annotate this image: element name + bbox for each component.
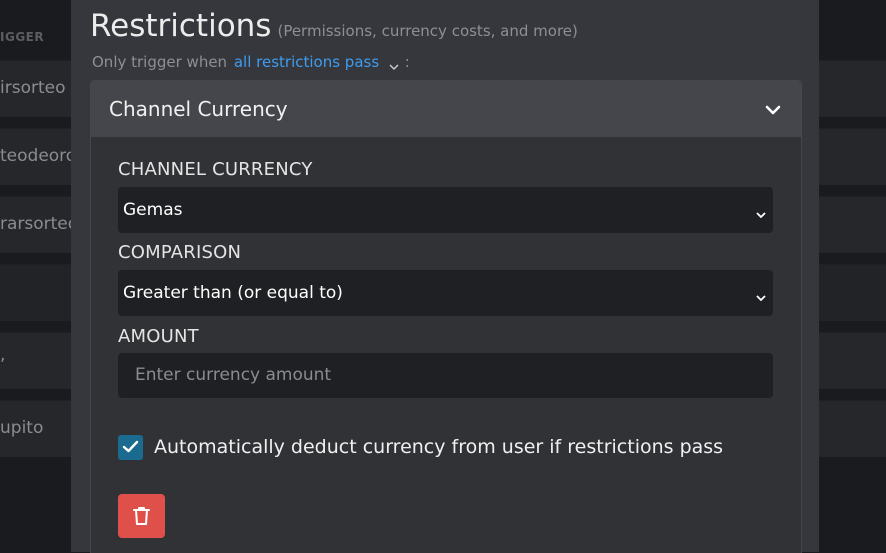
currency-select-value[interactable]: Gemas [123,200,182,220]
delete-restriction-button[interactable] [118,494,165,538]
chevron-down-icon[interactable] [755,288,767,302]
column-header-trigger: IGGER [0,30,45,44]
modal-title-text: Restrictions [90,8,272,44]
currency-label: CHANNEL CURRENCY [118,159,313,180]
panel-title: Channel Currency [109,97,288,121]
restrictions-modal: Restrictions (Permissions, currency costs… [71,0,819,553]
channel-currency-panel: Channel Currency CHANNEL CURRENCY Gemas … [90,80,802,553]
trigger-suffix: : [404,53,410,71]
list-item-text: irsorteo [0,78,66,98]
list-item-text: teodeoro [0,146,77,166]
comparison-select[interactable]: Greater than (or equal to) [118,270,773,316]
amount-input-placeholder[interactable]: Enter currency amount [135,365,331,385]
trash-icon[interactable] [133,506,150,526]
deduct-currency-checkbox[interactable] [118,435,143,460]
comparison-label: COMPARISON [118,242,242,263]
currency-select[interactable]: Gemas [118,187,773,233]
panel-header-toggle[interactable]: Channel Currency [91,81,801,137]
chevron-down-icon[interactable] [755,205,767,219]
list-item-text: rarsorteo [0,214,79,234]
modal-subtitle: (Permissions, currency costs, and more) [277,22,578,40]
chevron-down-icon[interactable] [388,58,400,70]
list-item-text: , [0,345,6,365]
check-icon[interactable] [122,440,139,454]
modal-title: Restrictions (Permissions, currency costs… [90,8,578,44]
chevron-down-icon[interactable] [765,101,781,115]
list-item-text: upito [0,418,44,438]
trigger-condition: Only trigger when all restrictions pass … [92,53,410,71]
trigger-prefix: Only trigger when [92,53,228,71]
trigger-mode-label[interactable]: all restrictions pass [234,53,379,71]
amount-label: AMOUNT [118,326,199,347]
trigger-mode-dropdown[interactable]: all restrictions pass [234,53,405,71]
amount-input[interactable]: Enter currency amount [118,353,773,398]
deduct-currency-label[interactable]: Automatically deduct currency from user … [154,436,723,458]
comparison-select-value[interactable]: Greater than (or equal to) [123,283,343,303]
